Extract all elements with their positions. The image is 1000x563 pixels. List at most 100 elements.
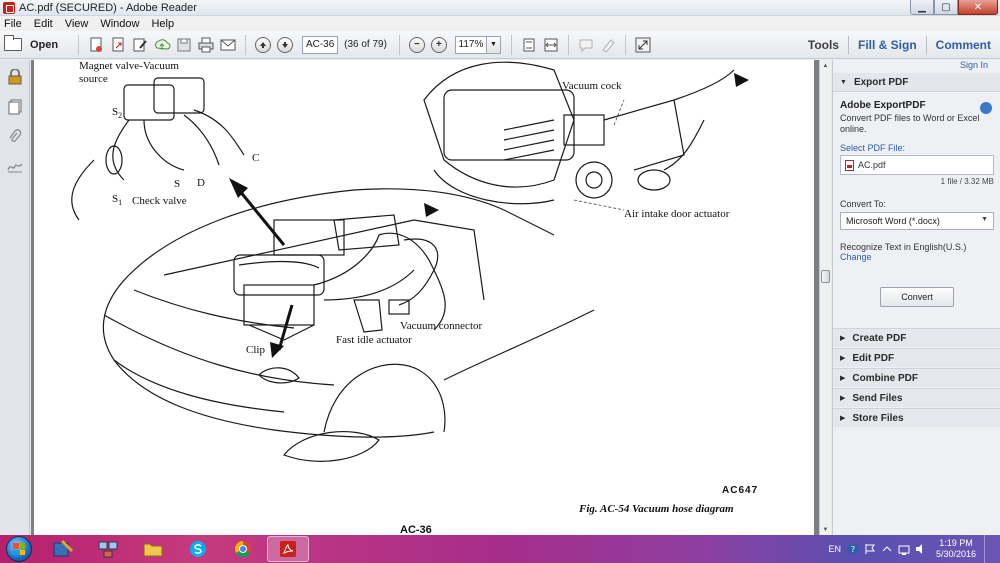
taskbar-app-explorer[interactable] bbox=[132, 536, 174, 562]
cock-hose bbox=[663, 69, 735, 171]
minimize-button[interactable]: ▁ bbox=[910, 0, 934, 15]
tools-app-icon bbox=[53, 539, 74, 557]
previous-page-button[interactable] bbox=[255, 36, 272, 53]
page-number-input[interactable]: AC-36 bbox=[302, 35, 339, 54]
menu-window[interactable]: Window bbox=[100, 18, 139, 30]
scroll-down-arrow-icon[interactable]: ▼ bbox=[820, 524, 831, 535]
network-app-icon bbox=[98, 541, 118, 558]
zoom-out-button[interactable]: − bbox=[408, 36, 425, 53]
menu-edit[interactable]: Edit bbox=[34, 18, 53, 30]
email-icon[interactable] bbox=[219, 36, 237, 54]
next-page-button[interactable] bbox=[277, 36, 294, 53]
scroll-thumb[interactable] bbox=[821, 270, 830, 283]
toolbar-right-links: Tools Fill & Sign Comment bbox=[799, 31, 1000, 59]
vacuum-hose-loop bbox=[398, 238, 439, 306]
comment-link[interactable]: Comment bbox=[927, 38, 1000, 52]
convert-format-select[interactable]: Microsoft Word (*.docx) ▼ bbox=[840, 212, 994, 230]
close-button[interactable]: ✕ bbox=[958, 0, 998, 15]
edit-pdf-section[interactable]: ▶ Edit PDF bbox=[833, 348, 1000, 367]
label-air-intake: Air intake door actuator bbox=[624, 208, 730, 220]
label-c: C bbox=[252, 152, 260, 164]
help-icon[interactable]: ? bbox=[847, 543, 859, 555]
taskbar-app-chrome[interactable] bbox=[222, 536, 264, 562]
create-pdf-section[interactable]: ▶ Create PDF bbox=[833, 328, 1000, 347]
menu-file[interactable]: File bbox=[4, 18, 22, 30]
tools-link[interactable]: Tools bbox=[799, 38, 848, 52]
taskbar-app-tools[interactable] bbox=[42, 536, 84, 562]
taskbar: EN ? 1:19 PM 5/30/2016 bbox=[0, 535, 1000, 563]
create-pdf-label: Create PDF bbox=[852, 332, 907, 344]
export-pdf-panel: Adobe ExportPDF Convert PDF files to Wor… bbox=[840, 100, 998, 307]
export-pdf-icon[interactable] bbox=[109, 36, 127, 54]
save-icon[interactable] bbox=[175, 36, 193, 54]
send-files-section[interactable]: ▶ Send Files bbox=[833, 388, 1000, 407]
air-intake-actuator-inner bbox=[585, 171, 603, 189]
taskbar-app-skype[interactable] bbox=[177, 536, 219, 562]
zoom-in-button[interactable]: + bbox=[430, 36, 447, 53]
engine-block bbox=[243, 284, 315, 326]
fit-width-icon[interactable] bbox=[542, 36, 560, 54]
selected-file-box[interactable]: AC.pdf bbox=[840, 155, 994, 175]
export-title: Adobe ExportPDF bbox=[840, 100, 926, 111]
document-view[interactable]: Magnet valve-Vacuum source S2 S1 C S D C… bbox=[31, 60, 819, 535]
chevron-down-icon: ▼ bbox=[489, 41, 497, 48]
menu-view[interactable]: View bbox=[65, 18, 89, 30]
lock-icon[interactable] bbox=[0, 62, 30, 92]
comment-bubble-icon[interactable] bbox=[577, 36, 595, 54]
zoom-input[interactable]: 117% bbox=[454, 35, 487, 54]
volume-icon[interactable] bbox=[915, 543, 927, 555]
svg-text:?: ? bbox=[851, 545, 855, 554]
export-pdf-header[interactable]: ▼ Export PDF bbox=[833, 73, 1000, 92]
vertical-scrollbar[interactable]: ▲ ▼ bbox=[819, 60, 831, 535]
car-wheel-arch bbox=[323, 363, 446, 433]
car-grille-line bbox=[133, 289, 295, 329]
convert-button[interactable]: Convert bbox=[880, 287, 954, 307]
arrowhead-right bbox=[424, 203, 439, 217]
print-icon[interactable] bbox=[197, 36, 215, 54]
signature-icon[interactable] bbox=[0, 152, 30, 182]
zoom-dropdown-button[interactable]: ▼ bbox=[486, 35, 501, 54]
store-files-section[interactable]: ▶ Store Files bbox=[833, 408, 1000, 427]
flag-icon[interactable] bbox=[864, 543, 876, 555]
skype-app-icon bbox=[190, 541, 206, 557]
open-button[interactable]: Open bbox=[4, 35, 58, 51]
label-fast-idle: Fast idle actuator bbox=[336, 334, 412, 346]
combine-pdf-section[interactable]: ▶ Combine PDF bbox=[833, 368, 1000, 387]
recognize-text-label: Recognize Text in English(U.S.) bbox=[840, 242, 967, 252]
fill-sign-link[interactable]: Fill & Sign bbox=[849, 38, 926, 52]
pages-icon[interactable] bbox=[0, 92, 30, 122]
air-intake-actuator-part bbox=[575, 161, 613, 199]
upload-icon[interactable] bbox=[153, 36, 171, 54]
language-indicator[interactable]: EN bbox=[828, 544, 841, 554]
label-s1: S1 bbox=[112, 193, 122, 207]
label-check-valve: Check valve bbox=[132, 195, 187, 207]
menu-help[interactable]: Help bbox=[151, 18, 174, 30]
start-button[interactable] bbox=[6, 536, 32, 562]
label-d: D bbox=[197, 177, 205, 189]
show-desktop-button[interactable] bbox=[984, 535, 996, 563]
clock[interactable]: 1:19 PM 5/30/2016 bbox=[936, 538, 976, 560]
heater-fins bbox=[503, 119, 555, 161]
taskbar-app-network[interactable] bbox=[87, 536, 129, 562]
expand-icon[interactable] bbox=[634, 36, 652, 54]
network-icon[interactable] bbox=[898, 543, 910, 555]
edit-pdf-icon[interactable] bbox=[131, 36, 149, 54]
create-pdf-icon[interactable] bbox=[87, 36, 105, 54]
export-pdf-label: Export PDF bbox=[853, 76, 909, 88]
title-bar: AC.pdf (SECURED) - Adobe Reader ▁ ▢ ✕ bbox=[0, 0, 1000, 16]
attachments-icon[interactable] bbox=[0, 122, 30, 152]
vacuum-cock-part bbox=[563, 114, 605, 146]
sign-in-link[interactable]: Sign In bbox=[960, 60, 988, 70]
store-files-label: Store Files bbox=[852, 412, 904, 424]
clock-time: 1:19 PM bbox=[939, 538, 973, 548]
highlight-icon[interactable] bbox=[599, 36, 617, 54]
change-language-link[interactable]: Change bbox=[840, 252, 998, 262]
fit-page-icon[interactable] bbox=[520, 36, 538, 54]
scroll-up-arrow-icon[interactable]: ▲ bbox=[820, 60, 831, 71]
toolbar-separator bbox=[567, 34, 569, 55]
select-file-link[interactable]: Select PDF File: bbox=[840, 143, 998, 153]
maximize-button[interactable]: ▢ bbox=[934, 0, 958, 15]
chevron-up-icon[interactable] bbox=[881, 543, 893, 555]
taskbar-app-adobe-reader[interactable] bbox=[267, 536, 309, 562]
triangle-down-icon: ▼ bbox=[840, 78, 847, 86]
